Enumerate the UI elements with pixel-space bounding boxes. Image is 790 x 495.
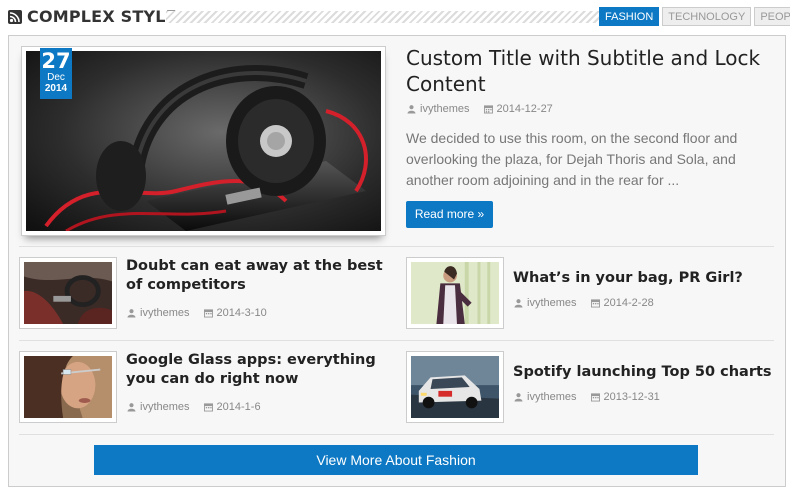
calendar-icon bbox=[203, 403, 213, 412]
user-icon bbox=[407, 105, 416, 114]
section-header: COMPLEX STYLE FASHION TECHNOLOGY PEOPLE bbox=[8, 6, 790, 28]
post-thumbnail[interactable] bbox=[19, 257, 117, 329]
list-item: Google Glass apps: everything you can do… bbox=[19, 351, 399, 423]
author-name[interactable]: ivythemes bbox=[420, 103, 470, 115]
user-icon bbox=[514, 299, 523, 308]
post-title[interactable]: What’s in your bag, PR Girl? bbox=[513, 269, 773, 288]
author-name[interactable]: ivythemes bbox=[140, 401, 190, 413]
date-year: 2014 bbox=[44, 83, 68, 94]
user-icon bbox=[514, 393, 523, 402]
post-date: 2014-1-6 bbox=[216, 401, 261, 413]
read-more-button[interactable]: Read more » bbox=[406, 201, 493, 228]
post-meta: ivythemes 2014-1-6 bbox=[127, 401, 261, 413]
tab-technology[interactable]: TECHNOLOGY bbox=[662, 7, 752, 26]
list-item: Doubt can eat away at the best of compet… bbox=[19, 257, 399, 329]
date-day: 27 bbox=[41, 49, 71, 73]
list-item: Spotify launching Top 50 charts ivytheme… bbox=[406, 351, 786, 423]
view-more-button[interactable]: View More About Fashion bbox=[94, 445, 698, 475]
post-title[interactable]: Google Glass apps: everything you can do… bbox=[126, 351, 386, 389]
rss-icon[interactable] bbox=[8, 10, 22, 24]
user-icon bbox=[127, 403, 136, 412]
post-thumbnail[interactable] bbox=[19, 351, 117, 423]
list-item: What’s in your bag, PR Girl? ivythemes 2… bbox=[406, 257, 786, 329]
header-stripes bbox=[166, 11, 600, 23]
featured-meta: ivythemes 2014-12-27 bbox=[407, 103, 553, 115]
post-date: 2014-12-27 bbox=[496, 103, 553, 115]
post-date: 2014-3-10 bbox=[216, 307, 267, 319]
post-title[interactable]: Spotify launching Top 50 charts bbox=[513, 363, 773, 382]
post-thumbnail[interactable] bbox=[406, 257, 504, 329]
divider bbox=[19, 434, 774, 435]
user-icon bbox=[127, 309, 136, 318]
author-name[interactable]: ivythemes bbox=[140, 307, 190, 319]
calendar-icon bbox=[590, 393, 600, 402]
post-meta: ivythemes 2013-12-31 bbox=[514, 391, 660, 403]
posts-panel: 27 Dec 2014 Custom Title with Subtitle a… bbox=[8, 35, 786, 487]
calendar-icon bbox=[483, 105, 493, 114]
featured-excerpt: We decided to use this room, on the seco… bbox=[406, 130, 738, 188]
category-tabs: FASHION TECHNOLOGY PEOPLE bbox=[599, 7, 790, 26]
post-date: 2014-2-28 bbox=[603, 297, 654, 309]
post-meta: ivythemes 2014-3-10 bbox=[127, 307, 267, 319]
divider bbox=[19, 340, 774, 341]
calendar-icon bbox=[203, 309, 213, 318]
date-month: Dec bbox=[47, 72, 65, 83]
calendar-icon bbox=[590, 299, 600, 308]
post-title[interactable]: Doubt can eat away at the best of compet… bbox=[126, 257, 386, 295]
author-name[interactable]: ivythemes bbox=[527, 391, 577, 403]
post-thumbnail[interactable] bbox=[406, 351, 504, 423]
post-date: 2013-12-31 bbox=[603, 391, 660, 403]
tab-people[interactable]: PEOPLE bbox=[754, 7, 790, 26]
author-name[interactable]: ivythemes bbox=[527, 297, 577, 309]
date-badge: 27 Dec 2014 bbox=[40, 48, 72, 99]
divider bbox=[19, 246, 774, 247]
section-title: COMPLEX STYLE bbox=[27, 7, 177, 26]
featured-image[interactable] bbox=[21, 46, 386, 236]
post-meta: ivythemes 2014-2-28 bbox=[514, 297, 654, 309]
featured-title[interactable]: Custom Title with Subtitle and Lock Cont… bbox=[406, 45, 776, 97]
tab-fashion[interactable]: FASHION bbox=[599, 7, 660, 26]
